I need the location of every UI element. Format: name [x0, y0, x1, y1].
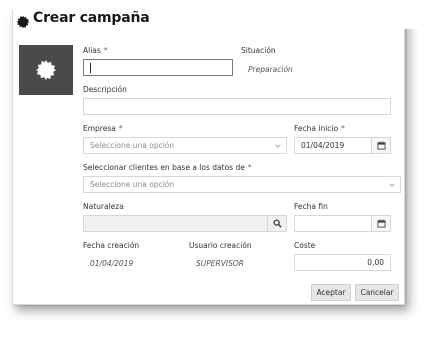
empresa-label: Empresa *	[83, 124, 123, 133]
naturaleza-input[interactable]	[83, 215, 287, 232]
empresa-label-text: Empresa	[83, 124, 116, 133]
fecha-fin-label: Fecha fin	[294, 202, 328, 211]
required-mark: *	[103, 46, 108, 55]
coste-label: Coste	[294, 241, 316, 250]
required-mark: *	[118, 124, 123, 133]
gear-icon	[35, 59, 57, 81]
calendar-button[interactable]	[371, 216, 390, 231]
text-caret	[90, 62, 91, 73]
dialog-titlebar: Crear campaña	[13, 1, 423, 29]
alias-label: Alias *	[83, 46, 108, 55]
alias-label-text: Alias	[83, 46, 101, 55]
clientes-placeholder: Seleccione una opción	[90, 180, 175, 189]
alias-input[interactable]	[83, 59, 233, 76]
situacion-value: Preparación	[248, 65, 293, 74]
calendar-button[interactable]	[371, 138, 390, 153]
chevron-down-icon	[275, 144, 281, 148]
descripcion-input[interactable]	[83, 98, 391, 115]
accept-button[interactable]: Aceptar	[311, 284, 351, 301]
empresa-placeholder: Seleccione una opción	[90, 141, 175, 150]
clientes-label-text: Seleccionar clientes en base a los datos…	[83, 163, 245, 172]
usuario-creacion-label: Usuario creación	[189, 241, 252, 250]
coste-value: 0,00	[367, 258, 384, 267]
campaign-image-tile	[19, 45, 73, 95]
fecha-inicio-value: 01/04/2019	[301, 141, 345, 150]
calendar-icon	[377, 141, 386, 150]
required-mark: *	[341, 124, 345, 133]
clientes-label: Seleccionar clientes en base a los datos…	[83, 163, 252, 172]
gear-icon	[16, 15, 30, 29]
fecha-inicio-input[interactable]: 01/04/2019	[294, 137, 391, 154]
search-icon	[272, 219, 282, 228]
fecha-creacion-label: Fecha creación	[83, 241, 140, 250]
usuario-creacion-value: SUPERVISOR	[196, 259, 244, 268]
fecha-inicio-label-text: Fecha inicio	[294, 124, 339, 133]
cancel-button[interactable]: Cancelar	[355, 284, 399, 301]
empresa-select[interactable]: Seleccione una opción	[83, 137, 287, 154]
fecha-fin-input[interactable]	[294, 215, 391, 232]
fecha-creacion-value: 01/04/2019	[90, 259, 134, 268]
situacion-label: Situación	[241, 46, 276, 55]
fecha-inicio-label: Fecha inicio *	[294, 124, 345, 133]
required-mark: *	[247, 163, 252, 172]
descripcion-label: Descripción	[83, 85, 127, 94]
chevron-down-icon	[389, 183, 395, 187]
clientes-select[interactable]: Seleccione una opción	[83, 176, 401, 193]
naturaleza-search-button[interactable]	[267, 216, 286, 231]
dialog-title: Crear campaña	[33, 10, 150, 26]
coste-input[interactable]: 0,00	[294, 254, 391, 271]
create-campaign-dialog: Crear campaña Alias * Situación Preparaci…	[12, 1, 423, 305]
calendar-icon	[377, 219, 386, 228]
naturaleza-label: Naturaleza	[83, 202, 124, 211]
